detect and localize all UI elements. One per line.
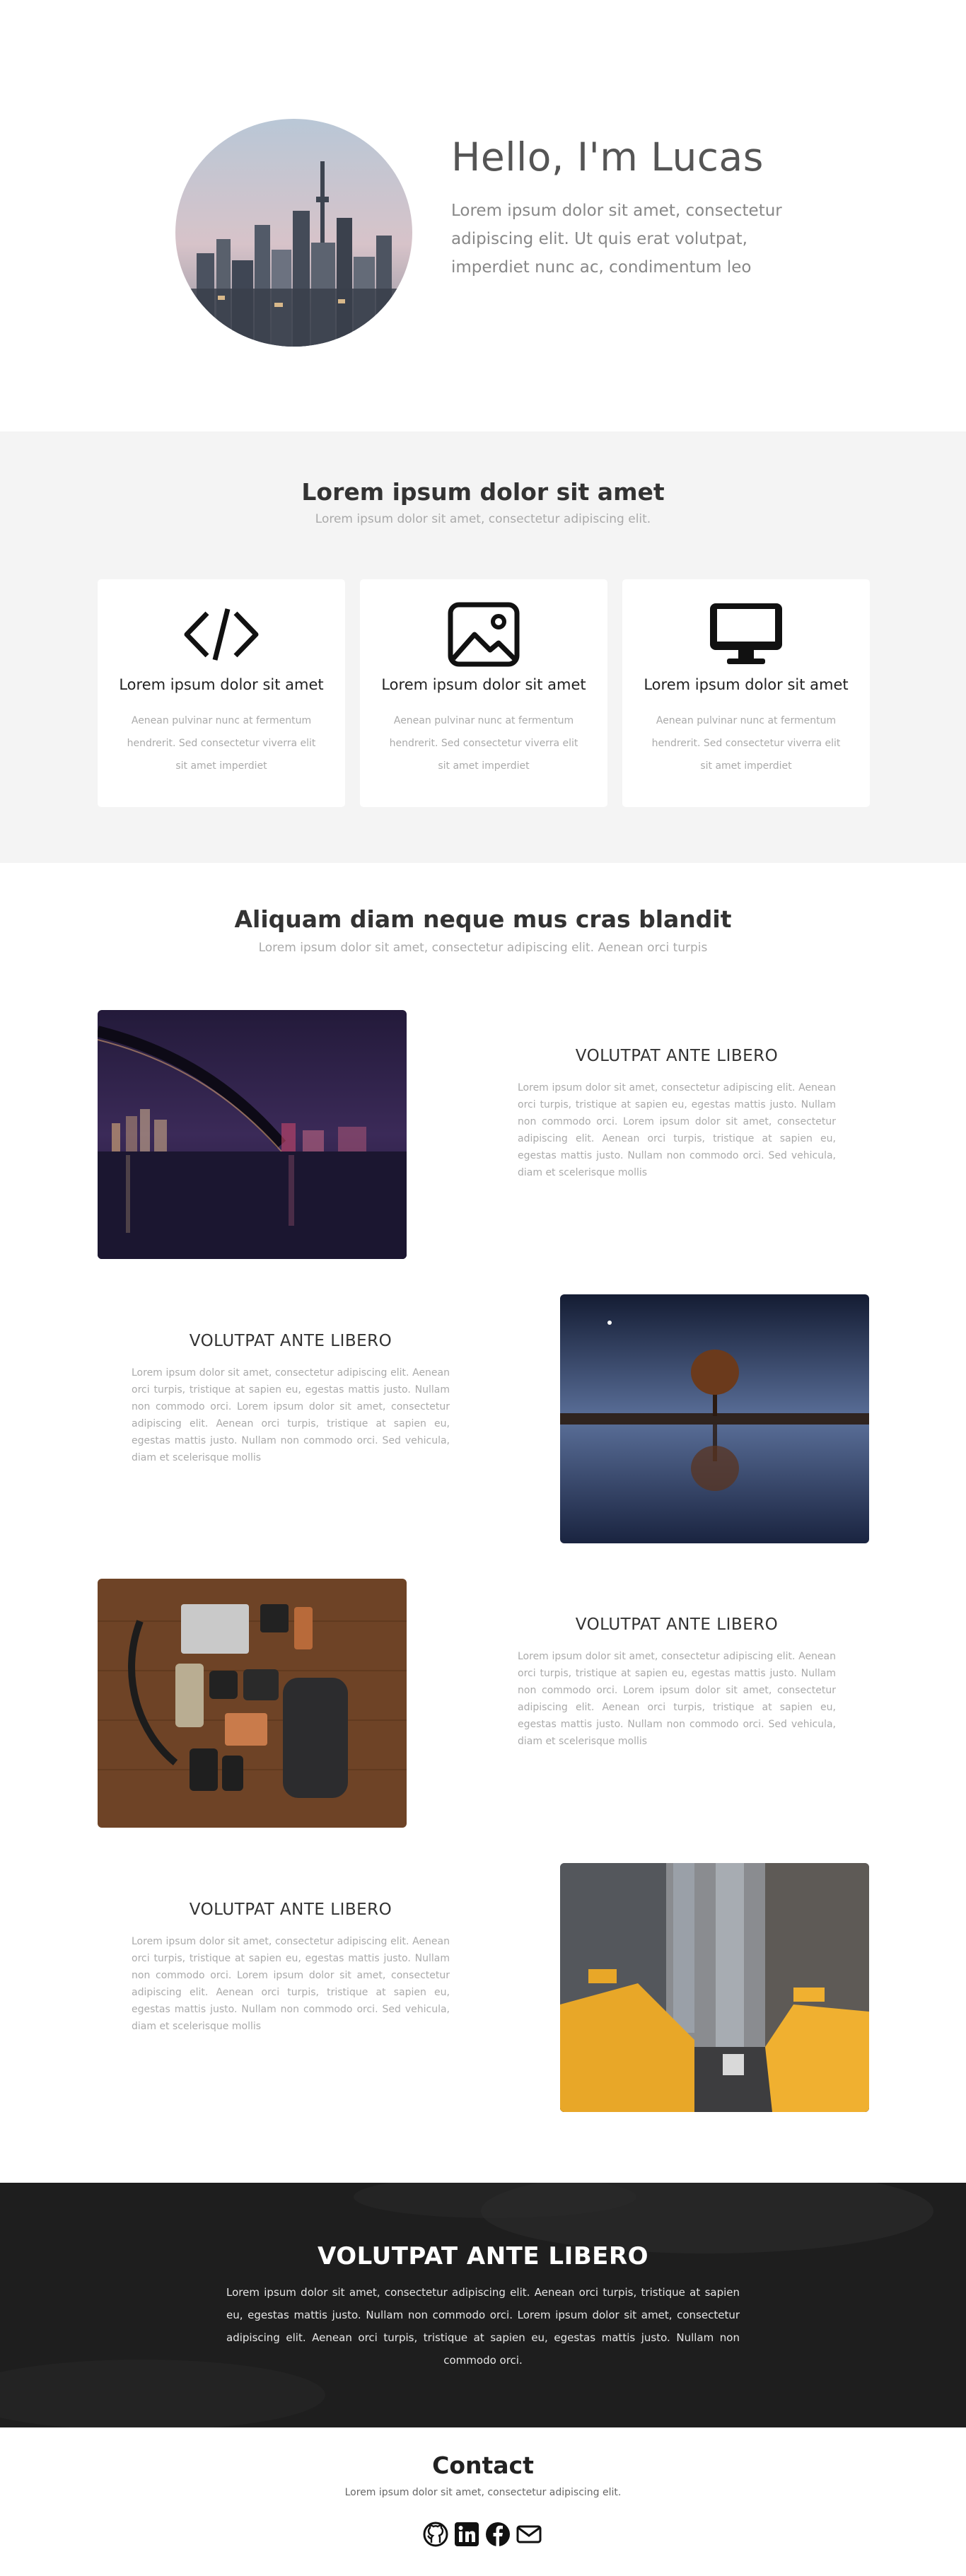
services-section: Lorem ipsum dolor sit amet Lorem ipsum d… (0, 431, 966, 863)
features-section: Aliquam diam neque mus cras blandit Lore… (0, 863, 966, 2183)
features-subtitle: Lorem ipsum dolor sit amet, consectetur … (258, 941, 708, 955)
service-card-text: Aenean pulvinar nunc at fermentum hendre… (389, 715, 578, 772)
city-skyline-photo (175, 119, 412, 347)
service-card: Lorem ipsum dolor sit amet Aenean pulvin… (360, 579, 607, 807)
desktop-icon (710, 603, 782, 664)
hero-section: Hello, I'm Lucas Lorem ipsum dolor sit a… (0, 0, 966, 431)
banner-title: VOLUTPAT ANTE LIBERO (318, 2242, 648, 2270)
service-card: Lorem ipsum dolor sit amet Aenean pulvin… (622, 579, 870, 807)
services-subtitle: Lorem ipsum dolor sit amet, consectetur … (315, 512, 651, 526)
banner-text: Lorem ipsum dolor sit amet, consectetur … (226, 2286, 740, 2367)
service-card-title: Lorem ipsum dolor sit amet (119, 676, 324, 693)
avatar (175, 119, 412, 347)
feature-text: Lorem ipsum dolor sit amet, consectetur … (518, 1651, 836, 1747)
hero-title: Hello, I'm Lucas (451, 134, 764, 180)
service-card-title: Lorem ipsum dolor sit amet (381, 676, 586, 693)
feature-text: Lorem ipsum dolor sit amet, consectetur … (132, 1367, 450, 1463)
facebook-icon[interactable] (484, 2521, 511, 2548)
email-icon[interactable] (516, 2521, 542, 2548)
camera-gear-flatlay-photo (98, 1579, 407, 1828)
service-card-text: Aenean pulvinar nunc at fermentum hendre… (127, 715, 316, 772)
banner-section: VOLUTPAT ANTE LIBERO Lorem ipsum dolor s… (0, 2183, 966, 2427)
feature-title: VOLUTPAT ANTE LIBERO (189, 1901, 392, 1919)
linkedin-icon[interactable] (453, 2521, 480, 2548)
code-icon (184, 608, 259, 661)
feature-title: VOLUTPAT ANTE LIBERO (575, 1047, 779, 1065)
social-links (422, 2521, 549, 2549)
feature-title: VOLUTPAT ANTE LIBERO (189, 1332, 392, 1350)
hero-text: Lorem ipsum dolor sit amet, consectetur … (451, 202, 782, 277)
github-icon[interactable] (422, 2521, 449, 2548)
contact-title: Contact (432, 2452, 534, 2479)
services-title: Lorem ipsum dolor sit amet (301, 478, 665, 506)
city-bridge-night-photo (98, 1010, 407, 1259)
taxi-street-photo (560, 1863, 869, 2112)
image-icon (448, 602, 520, 667)
feature-title: VOLUTPAT ANTE LIBERO (575, 1615, 779, 1634)
feature-text: Lorem ipsum dolor sit amet, consectetur … (518, 1082, 836, 1178)
service-card: Lorem ipsum dolor sit amet Aenean pulvin… (98, 579, 345, 807)
contact-subtitle: Lorem ipsum dolor sit amet, consectetur … (344, 2487, 622, 2498)
contact-section: Contact Lorem ipsum dolor sit amet, cons… (0, 2427, 966, 2576)
service-card-text: Aenean pulvinar nunc at fermentum hendre… (651, 715, 841, 772)
tree-reflection-night-photo (560, 1294, 869, 1543)
feature-text: Lorem ipsum dolor sit amet, consectetur … (132, 1936, 450, 2032)
service-card-title: Lorem ipsum dolor sit amet (644, 676, 849, 693)
features-title: Aliquam diam neque mus cras blandit (234, 905, 732, 933)
